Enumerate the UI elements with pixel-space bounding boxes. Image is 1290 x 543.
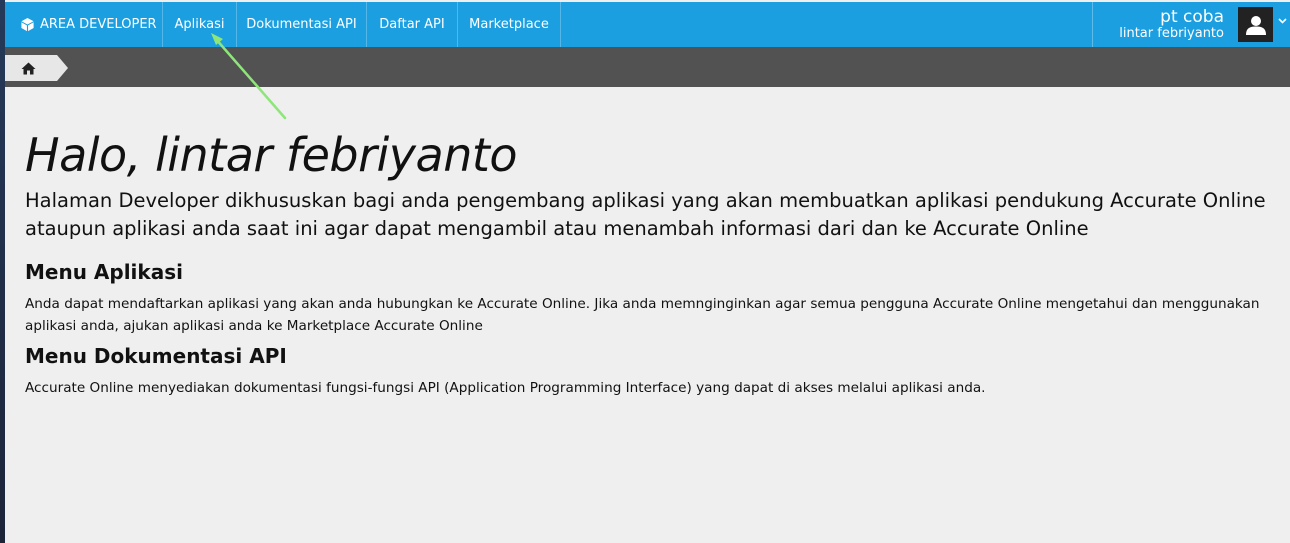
section-body-menu-aplikasi: Anda dapat mendaftarkan aplikasi yang ak… [25,296,1260,334]
nav-item-marketplace[interactable]: Marketplace [458,2,561,47]
breadcrumb-home[interactable] [5,55,68,81]
avatar[interactable] [1238,7,1273,42]
nav-item-aplikasi[interactable]: Aplikasi [162,2,237,47]
nav-item-dokumentasi-api[interactable]: Dokumentasi API [237,2,367,47]
user-name: lintar febriyanto [1119,26,1224,41]
cube-icon [21,17,34,32]
nav-item-label: Dokumentasi API [246,17,357,32]
nav-item-daftar-api[interactable]: Daftar API [367,2,458,47]
home-icon [21,62,36,74]
top-navbar: AREA DEVELOPER Aplikasi Dokumentasi API … [5,2,1290,47]
nav-item-label: Aplikasi [174,17,225,32]
section-title-menu-aplikasi: Menu Aplikasi [25,260,183,284]
nav-item-label: Marketplace [469,17,549,32]
page-title: Halo, lintar febriyanto [25,128,518,182]
intro-text: Halaman Developer dikhususkan bagi anda … [25,189,1266,240]
brand-link[interactable]: AREA DEVELOPER [20,2,157,47]
breadcrumb [5,47,1290,87]
nav-item-label: Daftar API [379,17,445,32]
chevron-down-icon[interactable] [1278,16,1287,27]
brand-label: AREA DEVELOPER [40,17,157,32]
user-icon [1245,15,1266,35]
section-body-menu-dokumentasi-api: Accurate Online menyediakan dokumentasi … [25,380,986,396]
user-menu[interactable]: pt coba lintar febriyanto [1092,2,1290,47]
user-company: pt coba [1160,7,1224,27]
browser-page: AREA DEVELOPER Aplikasi Dokumentasi API … [5,0,1290,543]
section-title-menu-dokumentasi-api: Menu Dokumentasi API [25,344,287,368]
